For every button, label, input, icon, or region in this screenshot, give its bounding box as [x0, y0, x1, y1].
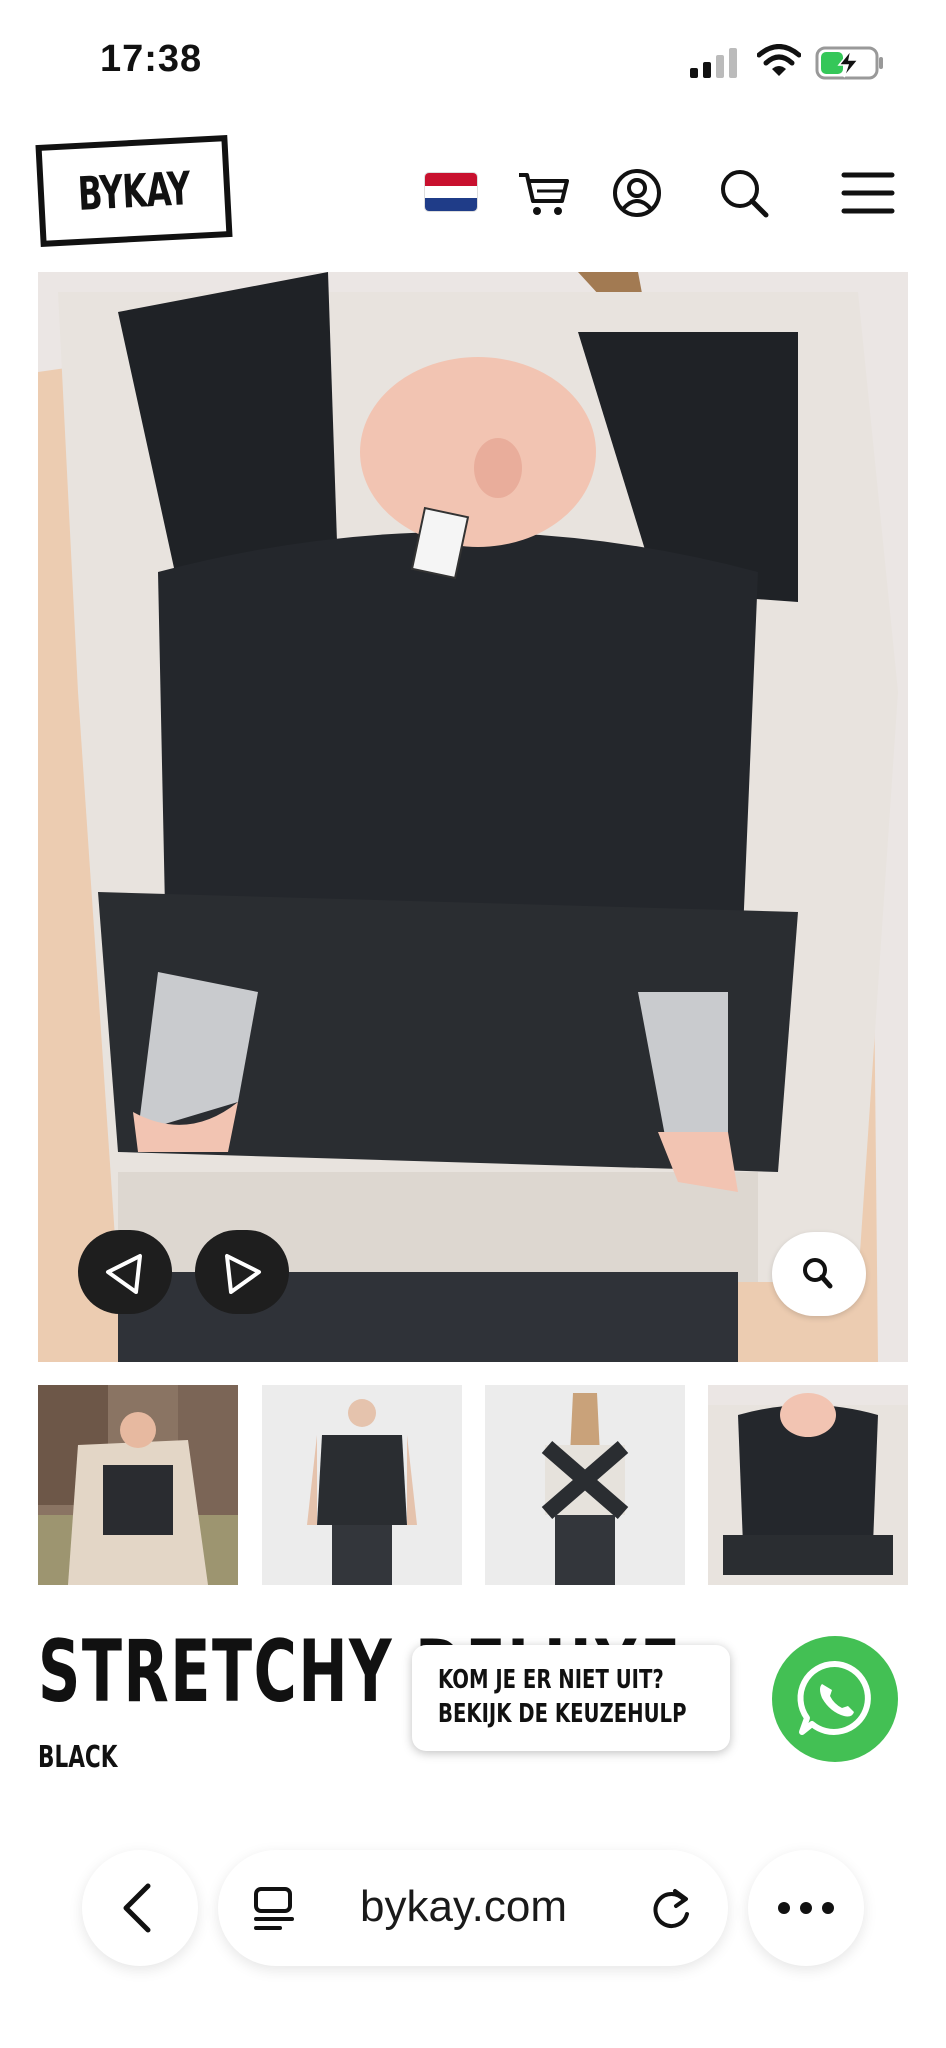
- status-time: 17:38: [100, 38, 203, 80]
- url-text: bykay.com: [360, 1882, 568, 1931]
- cart-icon[interactable]: [516, 165, 572, 221]
- help-line-2: BEKIJK DE KEUZEHULP: [438, 1699, 687, 1729]
- choice-help-bubble[interactable]: KOM JE ER NIET UIT? BEKIJK DE KEUZEHULP: [412, 1645, 730, 1751]
- page-menu-icon[interactable]: [252, 1886, 298, 1932]
- thumbnail-back[interactable]: [485, 1385, 685, 1585]
- previous-arrow-icon: [106, 1254, 142, 1294]
- next-image-button[interactable]: [195, 1230, 289, 1314]
- thumbnail-closeup[interactable]: [708, 1385, 908, 1585]
- product-variant: BLACK: [38, 1740, 118, 1775]
- browser-back-button[interactable]: [82, 1850, 198, 1966]
- next-arrow-icon: [225, 1254, 261, 1294]
- account-icon[interactable]: [609, 165, 665, 221]
- previous-image-button[interactable]: [78, 1230, 172, 1314]
- more-options-button[interactable]: [748, 1850, 864, 1966]
- battery-charging-icon: [815, 46, 883, 80]
- url-bar[interactable]: bykay.com: [218, 1850, 728, 1966]
- logo-text: BYKAY: [76, 161, 192, 221]
- help-line-1: KOM JE ER NIET UIT?: [438, 1665, 664, 1695]
- thumbnail-city-image: [38, 1385, 238, 1585]
- netherlands-flag-icon[interactable]: [424, 172, 478, 212]
- thumbnail-front[interactable]: [262, 1385, 462, 1585]
- thumbnail-city[interactable]: [38, 1385, 238, 1585]
- search-icon[interactable]: [716, 165, 772, 221]
- product-main-image[interactable]: [38, 272, 908, 1362]
- menu-icon[interactable]: [840, 165, 896, 221]
- more-dots-icon: [778, 1902, 834, 1914]
- chevron-left-icon: [123, 1883, 151, 1933]
- thumbnail-closeup-image: [708, 1385, 908, 1585]
- whatsapp-button[interactable]: [772, 1636, 898, 1762]
- cellular-signal-icon: [690, 48, 737, 78]
- whatsapp-icon: [797, 1660, 871, 1735]
- bykay-logo[interactable]: BYKAY: [35, 135, 233, 247]
- zoom-button[interactable]: [772, 1232, 866, 1316]
- reload-icon[interactable]: [648, 1886, 694, 1932]
- thumbnail-back-image: [485, 1385, 685, 1585]
- wifi-icon: [757, 44, 801, 76]
- zoom-icon: [803, 1258, 833, 1289]
- thumbnail-front-image: [262, 1385, 462, 1585]
- baby-carrier-photo: [38, 272, 908, 1362]
